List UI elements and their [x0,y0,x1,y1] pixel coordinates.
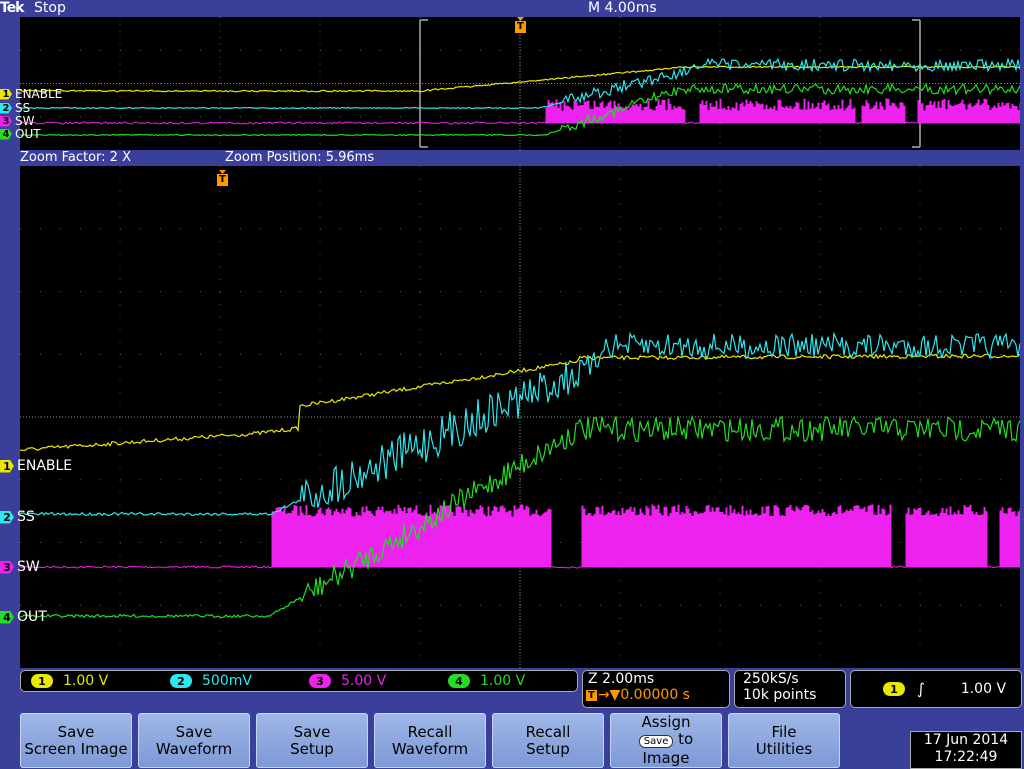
trigger-source: 1 [883,682,905,696]
zoom-waveform-display[interactable] [20,166,1020,668]
sample-rate: 250kS/s [743,671,799,687]
overview-ch2-label: 2 SS [0,101,30,115]
trigger-marker-label: T [219,174,226,185]
zoom-scale: Z 2.00ms [588,671,655,687]
channel-scale-readouts: 1 1.00 V 2 500mV 3 5.00 V 4 1.00 V [20,670,578,692]
date: 17 Jun 2014 [923,732,1009,748]
acquisition-state: Stop [34,0,66,16]
right-arrow-icon: →▼ [597,687,621,703]
graticule [20,17,1020,150]
ch1-trace [20,353,1020,451]
recall-waveform-button[interactable]: Recall Waveform [374,713,486,768]
recall-setup-button[interactable]: Recall Setup [492,713,604,768]
zoom-trigger-marker[interactable]: T [216,170,229,186]
trigger-marker-label: T [517,21,524,32]
trigger-position-icon: T [586,689,597,701]
save-key-icon: Save [638,735,674,748]
zoom-ch2-label[interactable]: 2 SS [0,509,35,525]
overview-waveform-display[interactable] [20,17,1020,150]
zoom-ch1-label[interactable]: 1 ENABLE [0,458,72,474]
trigger-readout[interactable]: 1 ∫ 1.00 V [850,670,1022,708]
zoom-ch3-label[interactable]: 3 SW [0,559,40,575]
assign-save-to-image-button[interactable]: Assign Save to Image [610,713,722,768]
save-setup-button[interactable]: Save Setup [256,713,368,768]
record-length: 10k points [743,687,817,703]
zoom-ch4-label[interactable]: 4 OUT [0,609,47,625]
overview-trigger-marker[interactable]: T [514,17,527,33]
overview-ch3 [20,98,1020,125]
overview-plot [20,17,1020,150]
overview-ch3-label: 3 SW [0,114,34,128]
zoom-position-readout: Zoom Position: 5.96ms [225,150,375,165]
file-utilities-button[interactable]: File Utilities [728,713,840,768]
save-waveform-button[interactable]: Save Waveform [138,713,250,768]
date-time-display: 17 Jun 2014 17:22:49 [910,731,1022,769]
brand-logo: Tek [0,0,24,16]
ch3-scale[interactable]: 3 5.00 V [299,673,438,689]
ch4-scale[interactable]: 4 1.00 V [438,673,577,689]
graticule [20,166,1020,668]
ch1-scale[interactable]: 1 1.00 V [21,673,160,689]
zoom-plot [20,166,1020,668]
ch2-scale[interactable]: 2 500mV [160,673,299,689]
trigger-delay: T →▼ 0.00000 s [586,687,690,703]
save-screen-image-button[interactable]: Save Screen Image [20,713,132,768]
horizontal-readout[interactable]: Z 2.00ms T →▼ 0.00000 s [582,670,730,708]
trigger-level: 1.00 V [960,681,1007,697]
overview-ch1-label: 1 ENABLE [0,87,62,101]
time: 17:22:49 [934,749,998,765]
overview-ch4-label: 4 OUT [0,127,41,141]
zoom-factor-readout: Zoom Factor: 2 X [20,150,131,165]
rising-edge-icon: ∫ [917,680,925,698]
timebase-readout: M 4.00ms [588,0,657,16]
acquisition-readout[interactable]: 250kS/s 10k points [734,670,846,708]
